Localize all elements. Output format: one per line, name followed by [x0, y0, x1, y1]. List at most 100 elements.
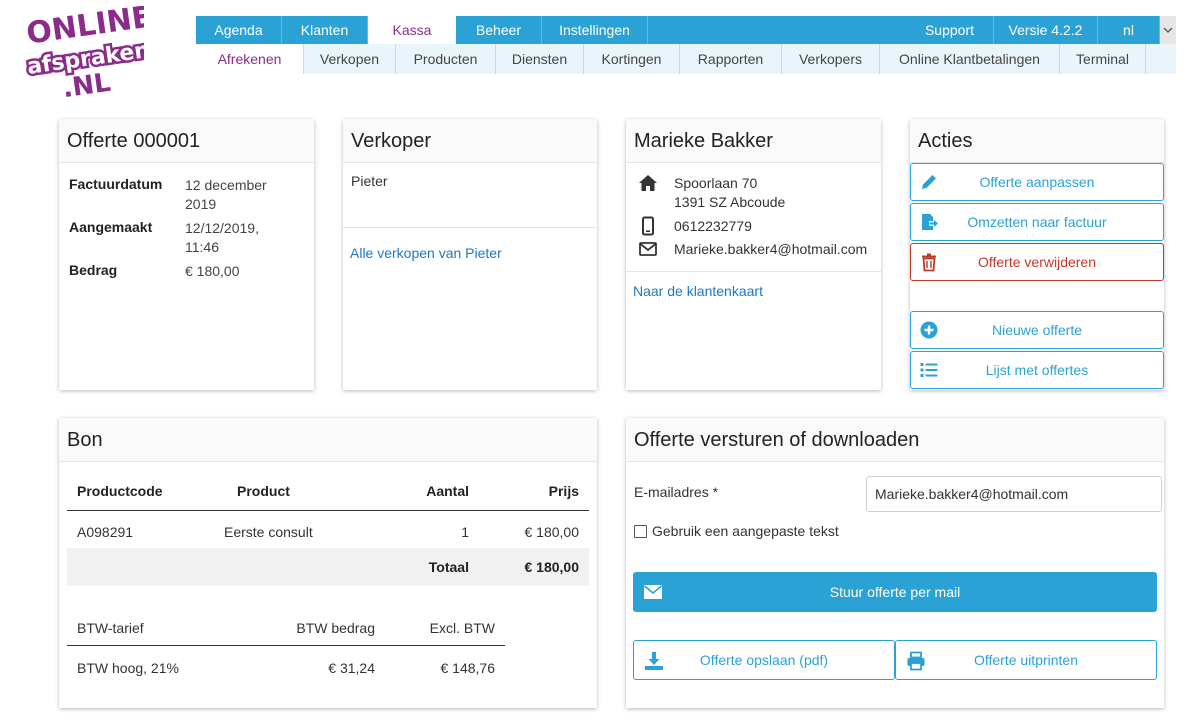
- version-label: Versie 4.2.2: [994, 16, 1098, 44]
- bon-title: Bon: [59, 418, 597, 462]
- trash-icon: [922, 253, 936, 272]
- mobile-phone-icon: [642, 216, 654, 236]
- column-header-btw-bedrag: BTW bedrag: [296, 620, 375, 636]
- factuurdatum-label: Factuurdatum: [69, 176, 163, 192]
- lijst-met-offertes-label: Lijst met offertes: [985, 362, 1089, 378]
- row-prijs: € 180,00: [524, 524, 580, 540]
- phone-number: 0612232779: [674, 218, 752, 234]
- save-pdf-button[interactable]: Offerte opslaan (pdf): [633, 640, 895, 680]
- print-button[interactable]: Offerte uitprinten: [895, 640, 1157, 680]
- send-offerte-title: Offerte versturen of downloaden: [626, 418, 1164, 462]
- send-mail-button[interactable]: Stuur offerte per mail: [633, 572, 1157, 612]
- email-input[interactable]: [866, 476, 1162, 512]
- offerte-aanpassen-button[interactable]: Offerte aanpassen: [910, 163, 1164, 201]
- row-aantal: 1: [461, 524, 469, 540]
- email-label: E-mailadres *: [634, 484, 719, 500]
- custom-text-label[interactable]: Gebruik een aangepaste tekst: [652, 523, 839, 539]
- tab-agenda[interactable]: Agenda: [196, 16, 282, 44]
- home-icon: [639, 175, 657, 191]
- offerte-verwijderen-label: Offerte verwijderen: [977, 254, 1096, 270]
- vat-row-rate: BTW hoog, 21%: [77, 660, 179, 676]
- nieuwe-offerte-button[interactable]: Nieuwe offerte: [910, 311, 1164, 349]
- bon-card: Bon Productcode Product Aantal Prijs A09…: [59, 418, 597, 708]
- factuurdatum-value: 12 december 2019: [185, 177, 267, 212]
- klantenkaart-link[interactable]: Naar de klantenkaart: [633, 283, 763, 299]
- bedrag-value: € 180,00: [185, 263, 240, 279]
- verkoper-name: Pieter: [351, 173, 388, 189]
- column-header-excl-btw: Excl. BTW: [429, 620, 495, 636]
- total-row: Totaal € 180,00: [67, 548, 589, 586]
- file-export-icon: [922, 214, 938, 230]
- omzetten-naar-factuur-button[interactable]: Omzetten naar factuur: [910, 203, 1164, 241]
- envelope-icon: [643, 585, 663, 599]
- divider: [626, 271, 881, 272]
- offerte-verwijderen-button[interactable]: Offerte verwijderen: [910, 243, 1164, 281]
- kassa-subnavigation: Afrekenen Verkopen Producten Diensten Ko…: [196, 44, 1176, 74]
- vat-row-excl: € 148,76: [440, 660, 496, 676]
- column-header-btw-tarief: BTW-tarief: [77, 620, 144, 636]
- column-header-productcode: Productcode: [77, 483, 163, 499]
- customer-card: Marieke Bakker Spoorlaan 70 1391 SZ Abco…: [626, 119, 881, 390]
- bedrag-label: Bedrag: [69, 262, 118, 278]
- language-dropdown-button[interactable]: [1160, 16, 1176, 44]
- vat-header-divider: [67, 645, 505, 646]
- tab-kassa[interactable]: Kassa: [368, 16, 456, 44]
- acties-title: Acties: [910, 119, 1164, 163]
- acties-card: Acties Offerte aanpassen Omzetten naar f…: [910, 119, 1164, 390]
- subtab-rapporten[interactable]: Rapporten: [680, 44, 782, 74]
- logo-text-nl: .NL: [61, 68, 113, 102]
- omzetten-naar-factuur-label: Omzetten naar factuur: [967, 214, 1107, 230]
- column-header-aantal: Aantal: [426, 483, 469, 499]
- subtab-online-klantbetalingen[interactable]: Online Klantbetalingen: [880, 44, 1060, 74]
- offerte-title: Offerte 000001: [59, 119, 314, 163]
- plus-circle-icon: [920, 321, 938, 339]
- column-header-product: Product: [237, 483, 290, 499]
- row-productcode: A098291: [77, 524, 134, 540]
- custom-text-checkbox[interactable]: [634, 525, 647, 538]
- divider: [343, 227, 597, 228]
- subtab-verkopen[interactable]: Verkopen: [304, 44, 396, 74]
- lijst-met-offertes-button[interactable]: Lijst met offertes: [910, 351, 1164, 389]
- verkoper-card: Verkoper Pieter Alle verkopen van Pieter: [343, 119, 597, 390]
- list-icon: [920, 363, 938, 377]
- print-label: Offerte uitprinten: [973, 652, 1079, 668]
- offerte-card: Offerte 000001 Factuurdatum 12 december …: [59, 119, 314, 390]
- main-navigation: Agenda Klanten Kassa Beheer Instellingen…: [196, 16, 1176, 44]
- subtab-verkopers[interactable]: Verkopers: [782, 44, 880, 74]
- table-header-divider: [67, 510, 589, 511]
- subtab-terminal[interactable]: Terminal: [1060, 44, 1146, 74]
- tab-instellingen[interactable]: Instellingen: [542, 16, 648, 44]
- vat-row-amount: € 31,24: [328, 660, 375, 676]
- verkoper-title: Verkoper: [343, 119, 597, 163]
- address-line-2: 1391 SZ Abcoude: [674, 194, 786, 210]
- offerte-aanpassen-label: Offerte aanpassen: [979, 174, 1095, 190]
- email-address: Marieke.bakker4@hotmail.com: [674, 241, 868, 257]
- online-afspraken-logo[interactable]: ONLINE afspraken .NL: [24, 6, 144, 102]
- tab-beheer[interactable]: Beheer: [456, 16, 542, 44]
- aangemaakt-value: 12/12/2019, 11:46: [185, 220, 259, 255]
- subtab-diensten[interactable]: Diensten: [496, 44, 584, 74]
- row-product: Eerste consult: [224, 524, 313, 540]
- address-line-1: Spoorlaan 70: [674, 175, 758, 191]
- chevron-down-icon: [1163, 27, 1173, 33]
- customer-name: Marieke Bakker: [626, 119, 881, 163]
- subtab-producten[interactable]: Producten: [396, 44, 496, 74]
- send-mail-label: Stuur offerte per mail: [829, 584, 961, 600]
- total-label: Totaal: [428, 559, 469, 575]
- envelope-icon: [639, 242, 657, 256]
- save-pdf-label: Offerte opslaan (pdf): [699, 652, 829, 668]
- aangemaakt-label: Aangemaakt: [69, 219, 153, 235]
- send-offerte-card: Offerte versturen of downloaden E-mailad…: [626, 418, 1164, 708]
- support-link[interactable]: Support: [906, 16, 994, 44]
- printer-icon: [907, 651, 925, 671]
- alle-verkopen-link[interactable]: Alle verkopen van Pieter: [350, 245, 502, 261]
- tab-klanten[interactable]: Klanten: [282, 16, 368, 44]
- column-header-prijs: Prijs: [548, 483, 579, 499]
- total-value: € 180,00: [524, 559, 580, 575]
- subtab-afrekenen[interactable]: Afrekenen: [196, 44, 304, 74]
- pencil-icon: [922, 175, 936, 189]
- download-icon: [645, 652, 663, 670]
- language-selector[interactable]: nl: [1098, 16, 1160, 44]
- subtab-kortingen[interactable]: Kortingen: [584, 44, 680, 74]
- nieuwe-offerte-label: Nieuwe offerte: [991, 322, 1082, 338]
